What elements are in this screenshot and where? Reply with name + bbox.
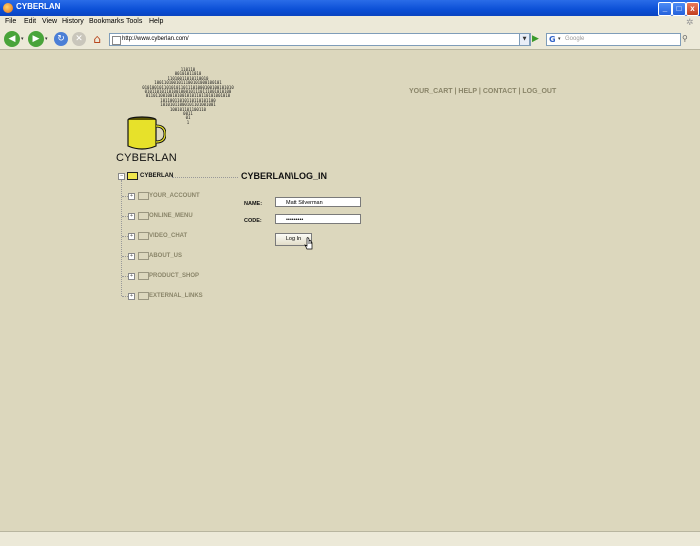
menu-help[interactable]: Help — [149, 18, 163, 25]
nav-toolbar: ◀ ▾ ▶ ▾ ↻ ✕ ⌂ http://www.cyberlan.com/ ▼… — [0, 29, 700, 50]
page-content: 110110 00101011010 11010011010110010 100… — [0, 50, 700, 531]
folder-icon — [138, 272, 149, 280]
address-dropdown-icon[interactable]: ▼ — [519, 33, 530, 46]
tree-vertical-line — [121, 180, 122, 296]
menu-view[interactable]: View — [42, 18, 57, 25]
stop-icon[interactable]: ✕ — [72, 32, 86, 46]
window-title: CYBERLAN — [16, 2, 61, 11]
tree-item-your-account[interactable]: YOUR_ACCOUNT — [149, 193, 200, 199]
maximize-button[interactable]: □ — [672, 2, 686, 16]
menu-bookmarks[interactable]: Bookmarks — [89, 18, 124, 25]
menu-edit[interactable]: Edit — [24, 18, 36, 25]
name-field[interactable]: Matt Silverman — [275, 197, 361, 207]
home-icon[interactable]: ⌂ — [90, 32, 104, 46]
folder-open-icon — [127, 172, 138, 180]
code-field[interactable]: ••••••••• — [275, 214, 361, 224]
coffee-mug-logo-icon — [127, 116, 166, 150]
menu-file[interactable]: File — [5, 18, 16, 25]
folder-icon — [138, 252, 149, 260]
search-placeholder: Google — [565, 36, 585, 42]
folder-icon — [138, 232, 149, 240]
tree-connector-line — [172, 177, 238, 178]
tree-collapse-icon[interactable]: − — [118, 173, 125, 180]
log-out-link[interactable]: LOG_OUT — [522, 88, 556, 95]
back-arrow-icon[interactable]: ◀ — [4, 31, 20, 47]
back-dropdown-icon[interactable]: ▾ — [21, 36, 24, 42]
site-logo-text: CYBERLAN — [116, 152, 177, 164]
address-text: http://www.cyberlan.com/ — [122, 36, 189, 42]
search-input[interactable]: G ▾ Google — [546, 33, 681, 46]
forward-arrow-icon[interactable]: ▶ — [28, 31, 44, 47]
menu-tools[interactable]: Tools — [126, 18, 142, 25]
search-icon[interactable]: ⚲ — [682, 34, 692, 44]
page-title: CYBERLAN\LOG_IN — [241, 171, 328, 181]
throbber-icon: ✲ — [686, 17, 694, 27]
expand-icon[interactable]: + — [128, 213, 135, 220]
tree-item-about-us[interactable]: ABOUT_US — [149, 253, 182, 259]
reload-icon[interactable]: ↻ — [54, 32, 68, 46]
expand-icon[interactable]: + — [128, 253, 135, 260]
go-arrow-icon[interactable]: ▶ — [532, 33, 542, 45]
tree-item-video-chat[interactable]: VIDEO_CHAT — [149, 233, 187, 239]
your-cart-link[interactable]: YOUR_CART — [409, 88, 453, 95]
top-links: YOUR_CART | HELP | CONTACT | LOG_OUT — [409, 88, 557, 95]
minimize-button[interactable]: _ — [658, 2, 672, 16]
google-engine-icon[interactable]: G — [549, 35, 558, 44]
tree-item-product-shop[interactable]: PRODUCT_SHOP — [149, 273, 199, 279]
folder-icon — [138, 292, 149, 300]
expand-icon[interactable]: + — [128, 293, 135, 300]
contact-link[interactable]: CONTACT — [483, 88, 517, 95]
window-titlebar: CYBERLAN _ □ x — [0, 0, 700, 16]
search-engine-dropdown-icon[interactable]: ▾ — [558, 34, 561, 45]
help-link[interactable]: HELP — [458, 88, 477, 95]
folder-icon — [138, 192, 149, 200]
menu-history[interactable]: History — [62, 18, 84, 25]
folder-icon — [138, 212, 149, 220]
forward-dropdown-icon[interactable]: ▾ — [45, 36, 48, 42]
menu-bar: File Edit View History Bookmarks Tools H… — [0, 16, 700, 29]
expand-icon[interactable]: + — [128, 193, 135, 200]
tree-item-online-menu[interactable]: ONLINE_MENU — [149, 213, 193, 219]
close-button[interactable]: x — [686, 2, 699, 16]
tree-item-external-links[interactable]: EXTERNAL_LINKS — [149, 293, 203, 299]
page-favicon-icon — [112, 36, 121, 45]
name-label: NAME: — [244, 201, 263, 207]
address-bar[interactable]: http://www.cyberlan.com/ — [109, 33, 531, 46]
expand-icon[interactable]: + — [128, 273, 135, 280]
code-label: CODE: — [244, 218, 262, 224]
status-bar — [0, 531, 700, 546]
tree-root-label[interactable]: CYBERLAN — [140, 173, 173, 179]
firefox-icon — [3, 3, 13, 13]
expand-icon[interactable]: + — [128, 233, 135, 240]
mouse-cursor-icon — [304, 237, 313, 250]
